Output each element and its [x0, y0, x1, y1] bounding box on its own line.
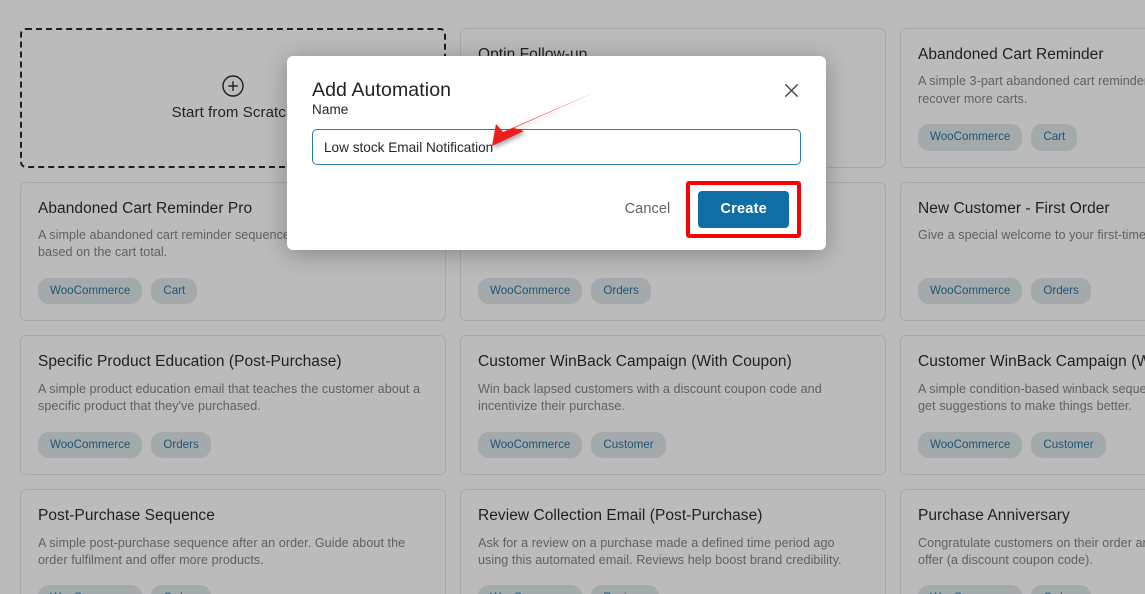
cancel-button[interactable]: Cancel — [617, 195, 679, 223]
dialog-title: Add Automation — [312, 80, 451, 101]
close-icon[interactable] — [782, 81, 801, 100]
name-field-label: Name — [312, 102, 348, 117]
add-automation-dialog: Add Automation Name Cancel Create — [287, 56, 826, 250]
create-button[interactable]: Create — [698, 191, 789, 228]
dialog-header: Add Automation — [312, 80, 801, 101]
automation-name-input[interactable] — [312, 129, 801, 165]
dialog-footer: Cancel Create — [312, 190, 801, 228]
create-button-highlight: Create — [686, 181, 801, 238]
